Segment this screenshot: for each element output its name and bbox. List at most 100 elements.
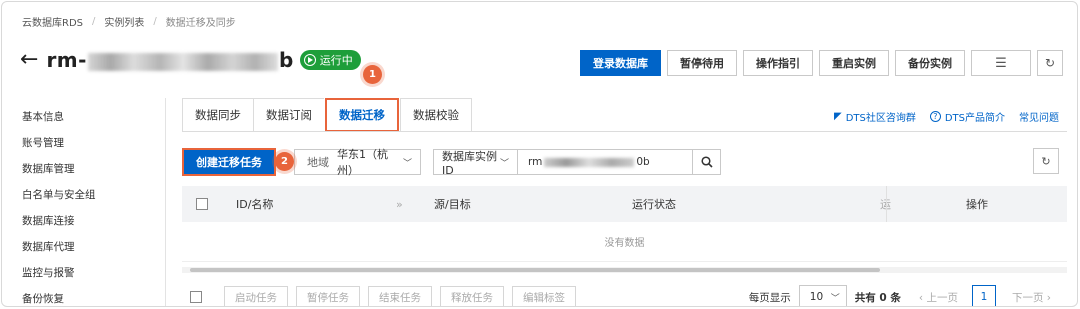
chevron-down-icon: ﹀ bbox=[830, 293, 840, 304]
list-icon: ☰ bbox=[995, 55, 1007, 71]
page-size-label: 每页显示 bbox=[748, 291, 791, 304]
tab-bar-divider bbox=[182, 131, 1067, 132]
search-input-prefix: rm bbox=[528, 156, 543, 168]
prev-page-button[interactable]: ‹ 上一页 bbox=[919, 290, 958, 305]
breadcrumb-separator: / bbox=[92, 16, 96, 27]
sidebar-item-monitoring[interactable]: 监控与报警 bbox=[22, 265, 96, 291]
end-task-button[interactable]: 结束任务 bbox=[368, 286, 432, 306]
current-page[interactable]: 1 bbox=[971, 285, 996, 306]
step-marker-2: 2 bbox=[275, 152, 294, 171]
create-migration-task-button[interactable]: 创建迁移任务 bbox=[182, 148, 276, 176]
table-header: ID/名称 » 源/目标 运行状态 运 操作 bbox=[182, 186, 1067, 222]
tab-data-sync[interactable]: 数据同步 bbox=[182, 98, 253, 132]
breadcrumb: 云数据库RDS / 实例列表 / 数据迁移及同步 bbox=[22, 14, 236, 29]
dts-community-label: DTS社区咨询群 bbox=[845, 113, 916, 124]
sidebar-item-accounts[interactable]: 账号管理 bbox=[22, 135, 96, 161]
back-arrow-icon[interactable]: ← bbox=[20, 49, 38, 71]
login-database-button[interactable]: 登录数据库 bbox=[580, 50, 661, 76]
backup-instance-button[interactable]: 备份实例 bbox=[895, 50, 965, 76]
next-page-button[interactable]: 下一页 › bbox=[1012, 290, 1051, 305]
operation-guide-button[interactable]: 操作指引 bbox=[743, 50, 813, 76]
page-title-row: ← rm-b 运行中 bbox=[20, 48, 361, 72]
faq-link[interactable]: 常见问题 bbox=[1019, 109, 1059, 124]
tab-bar: 数据同步 数据订阅 数据迁移 数据校验 bbox=[182, 98, 472, 132]
task-toolbar: 创建迁移任务 地域 华东1（杭州） ﹀ 数据库实例ID ﹀ rm 0b bbox=[182, 148, 721, 177]
refresh-icon: ↻ bbox=[1044, 56, 1056, 70]
sidebar-item-whitelist-security[interactable]: 白名单与安全组 bbox=[22, 187, 96, 213]
question-icon: ? bbox=[929, 111, 941, 122]
chevron-right-icon: » bbox=[396, 197, 403, 211]
sidebar-item-databases[interactable]: 数据库管理 bbox=[22, 161, 96, 187]
dts-community-link[interactable]: ◤ DTS社区咨询群 bbox=[834, 109, 916, 124]
region-select[interactable]: 地域 华东1（杭州） ﹀ bbox=[294, 148, 421, 177]
restart-instance-button[interactable]: 重启实例 bbox=[819, 50, 889, 76]
chevron-down-icon: ﹀ bbox=[499, 158, 509, 169]
breadcrumb-separator: / bbox=[153, 16, 157, 27]
region-value: 华东1（杭州） bbox=[337, 148, 388, 177]
tab-data-validation[interactable]: 数据校验 bbox=[400, 98, 472, 132]
redacted-text bbox=[544, 157, 635, 167]
instance-id-prefix: rm- bbox=[46, 48, 87, 72]
refresh-button[interactable]: ↻ bbox=[1037, 50, 1063, 76]
step-marker-1: 1 bbox=[363, 65, 382, 84]
status-badge: 运行中 bbox=[299, 50, 361, 70]
region-label: 地域 bbox=[307, 156, 329, 169]
scrollbar-thumb[interactable] bbox=[190, 268, 880, 272]
pause-task-button[interactable]: 暂停任务 bbox=[296, 286, 360, 306]
tab-data-migration[interactable]: 数据迁移 bbox=[325, 98, 399, 132]
column-id-name: ID/名称 bbox=[236, 198, 274, 211]
filter-field-label: 数据库实例ID bbox=[442, 149, 497, 177]
footer-select-all-checkbox[interactable] bbox=[190, 291, 202, 303]
chevron-right-icon: › bbox=[1043, 291, 1051, 304]
next-page-label: 下一页 bbox=[1011, 291, 1044, 304]
search-input-suffix: 0b bbox=[636, 156, 650, 168]
filter-field-select[interactable]: 数据库实例ID ﹀ bbox=[434, 149, 518, 177]
column-source-target: 源/目标 bbox=[434, 198, 471, 211]
breadcrumb-item-instance-list[interactable]: 实例列表 bbox=[104, 14, 144, 29]
total-count: 共有 0 条 bbox=[854, 291, 901, 304]
prev-page-label: 上一页 bbox=[926, 291, 958, 304]
more-menu-button[interactable]: ☰ bbox=[971, 50, 1031, 76]
pause-button[interactable]: 暂停待用 bbox=[667, 50, 737, 76]
select-all-checkbox[interactable] bbox=[196, 198, 208, 210]
empty-state: 没有数据 bbox=[182, 222, 1067, 262]
page-size-select[interactable]: 10 ﹀ bbox=[798, 285, 847, 306]
migration-task-table: ID/名称 » 源/目标 运行状态 运 操作 没有数据 bbox=[182, 186, 1067, 273]
table-footer: 启动任务 暂停任务 结束任务 释放任务 编辑标签 每页显示 10 ﹀ 共有 0 … bbox=[182, 285, 1067, 306]
sidebar: 基本信息 账号管理 数据库管理 白名单与安全组 数据库连接 数据库代理 监控与报… bbox=[22, 109, 96, 306]
instance-id-title: rm-b bbox=[46, 48, 293, 72]
column-actions: 操作 bbox=[966, 198, 988, 211]
refresh-icon: ↻ bbox=[1041, 154, 1051, 168]
search-button[interactable] bbox=[692, 150, 720, 174]
search-input[interactable]: rm 0b bbox=[518, 156, 692, 168]
sidebar-item-backup-restore[interactable]: 备份恢复 bbox=[22, 291, 96, 306]
edit-tags-button[interactable]: 编辑标签 bbox=[512, 286, 576, 306]
sidebar-item-basic-info[interactable]: 基本信息 bbox=[22, 109, 96, 135]
megaphone-icon: ◤ bbox=[833, 111, 842, 122]
breadcrumb-item-rds[interactable]: 云数据库RDS bbox=[22, 14, 83, 29]
dts-intro-link[interactable]: ? DTS产品简介 bbox=[929, 109, 1005, 124]
play-circle-icon bbox=[303, 54, 316, 66]
dts-intro-label: DTS产品简介 bbox=[944, 113, 1005, 124]
tab-data-subscription[interactable]: 数据订阅 bbox=[253, 98, 324, 132]
page-frame: 云数据库RDS / 实例列表 / 数据迁移及同步 ← rm-b 运行中 1 登录… bbox=[1, 1, 1078, 307]
sidebar-item-connection[interactable]: 数据库连接 bbox=[22, 213, 96, 239]
instance-filter: 数据库实例ID ﹀ rm 0b bbox=[433, 149, 721, 177]
start-task-button[interactable]: 启动任务 bbox=[224, 286, 288, 306]
instance-actions: 登录数据库 暂停待用 操作指引 重启实例 备份实例 ☰ ↻ bbox=[580, 50, 1063, 76]
chevron-down-icon: ﹀ bbox=[402, 158, 412, 169]
sidebar-divider bbox=[165, 98, 166, 306]
redacted-text bbox=[87, 52, 278, 71]
table-refresh-button[interactable]: ↻ bbox=[1033, 148, 1059, 174]
instance-id-suffix: b bbox=[278, 48, 294, 72]
sidebar-item-proxy[interactable]: 数据库代理 bbox=[22, 239, 96, 265]
release-task-button[interactable]: 释放任务 bbox=[440, 286, 504, 306]
search-icon bbox=[700, 156, 713, 168]
horizontal-scrollbar[interactable] bbox=[182, 267, 1067, 273]
page-size-value: 10 bbox=[809, 291, 824, 303]
status-text: 运行中 bbox=[319, 54, 353, 67]
breadcrumb-item-current: 数据迁移及同步 bbox=[165, 18, 236, 29]
column-status: 运行状态 bbox=[632, 198, 676, 211]
pagination: 每页显示 10 ﹀ 共有 0 条 ‹ 上一页 1 下一页 › bbox=[748, 285, 1051, 306]
help-links: ◤ DTS社区咨询群 ? DTS产品简介 常见问题 bbox=[834, 109, 1059, 124]
